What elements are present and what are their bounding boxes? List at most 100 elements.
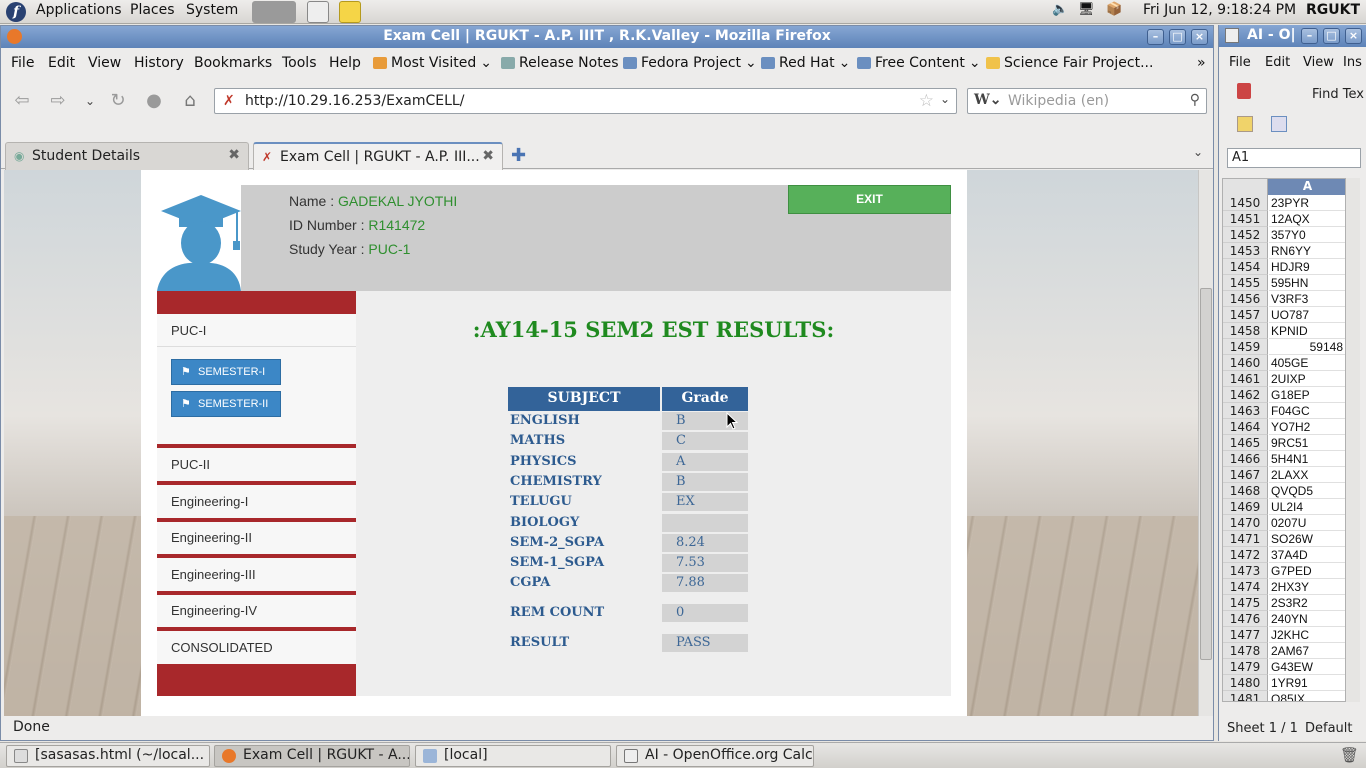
launcher-icon[interactable] bbox=[252, 1, 296, 23]
page-scrollbar[interactable] bbox=[1198, 170, 1213, 716]
semester-2-button[interactable]: ⚑ SEMESTER-II bbox=[171, 391, 281, 417]
select-all-corner[interactable] bbox=[1223, 179, 1268, 195]
maximize-button[interactable]: □ bbox=[1169, 29, 1186, 45]
sidebar-item-engineering-4[interactable]: Engineering-IV bbox=[157, 595, 356, 627]
row-number[interactable]: 1452 bbox=[1223, 227, 1268, 243]
cell[interactable]: 9RC51 bbox=[1269, 435, 1345, 451]
row-number[interactable]: 1454 bbox=[1223, 259, 1268, 275]
search-input[interactable]: Wikipedia (en) bbox=[1008, 93, 1109, 109]
search-icon[interactable]: ⚲ bbox=[1190, 92, 1200, 108]
minimize-button[interactable]: – bbox=[1147, 29, 1164, 45]
bookmark-most-visited[interactable]: Most Visited ⌄ bbox=[373, 55, 492, 71]
minimize-button[interactable]: – bbox=[1301, 28, 1318, 44]
clock-app-icon[interactable] bbox=[307, 1, 329, 23]
cell[interactable]: KPNID bbox=[1269, 323, 1345, 339]
trash-icon[interactable]: 🗑 bbox=[1340, 746, 1359, 764]
history-dropdown-icon[interactable]: ⌄ bbox=[79, 90, 101, 112]
row-number[interactable]: 1451 bbox=[1223, 211, 1268, 227]
url-dropdown-icon[interactable]: ⌄ bbox=[940, 92, 950, 106]
scrollbar-thumb[interactable] bbox=[1200, 288, 1212, 660]
menu-edit[interactable]: Edit bbox=[48, 55, 75, 71]
firefox-titlebar[interactable]: Exam Cell | RGUKT - A.P. IIIT , R.K.Vall… bbox=[1, 26, 1213, 48]
cell[interactable]: F04GC bbox=[1269, 403, 1345, 419]
back-button[interactable]: ⇦ bbox=[11, 90, 33, 112]
system-menu[interactable]: System bbox=[186, 2, 238, 18]
row-number[interactable]: 1460 bbox=[1223, 355, 1268, 371]
task-sasasas-html[interactable]: [sasasas.html (~/local... bbox=[6, 745, 210, 767]
tab-close-icon[interactable]: ✖ bbox=[228, 147, 240, 163]
exit-button[interactable]: EXIT bbox=[788, 185, 951, 214]
close-button[interactable]: × bbox=[1345, 28, 1362, 44]
oo-menu-file[interactable]: File bbox=[1229, 55, 1251, 70]
cell[interactable]: G7PED bbox=[1269, 563, 1345, 579]
row-number[interactable]: 1465 bbox=[1223, 435, 1268, 451]
row-number[interactable]: 1462 bbox=[1223, 387, 1268, 403]
row-number[interactable]: 1456 bbox=[1223, 291, 1268, 307]
tab-exam-cell[interactable]: ✗ Exam Cell | RGUKT - A.P. III... ✖ bbox=[253, 142, 503, 171]
tab-list-icon[interactable]: ⌄ bbox=[1193, 145, 1203, 159]
forward-button[interactable]: ⇨ bbox=[47, 90, 69, 112]
semester-1-button[interactable]: ⚑ SEMESTER-I bbox=[171, 359, 281, 385]
row-number[interactable]: 1471 bbox=[1223, 531, 1268, 547]
close-button[interactable]: × bbox=[1191, 29, 1208, 45]
cell[interactable]: 2UIXP bbox=[1269, 371, 1345, 387]
styles-icon[interactable] bbox=[1237, 116, 1253, 132]
new-tab-button[interactable]: ✚ bbox=[511, 145, 526, 166]
menu-view[interactable]: View bbox=[88, 55, 121, 71]
cell[interactable]: 2LAXX bbox=[1269, 467, 1345, 483]
oo-menu-view[interactable]: View bbox=[1303, 55, 1334, 70]
row-number[interactable]: 1457 bbox=[1223, 307, 1268, 323]
navigator-icon[interactable] bbox=[1271, 116, 1287, 132]
row-number[interactable]: 1479 bbox=[1223, 659, 1268, 675]
places-menu[interactable]: Places bbox=[130, 2, 175, 18]
cell[interactable]: 240YN bbox=[1269, 611, 1345, 627]
bookmark-star-icon[interactable]: ☆ bbox=[919, 91, 934, 111]
row-number[interactable]: 1464 bbox=[1223, 419, 1268, 435]
fedora-logo-icon[interactable]: f bbox=[6, 2, 26, 22]
cell[interactable]: 0207U bbox=[1269, 515, 1345, 531]
bookmark-science-fair[interactable]: Science Fair Project... bbox=[986, 55, 1153, 71]
cell-reference-box[interactable]: A1 bbox=[1227, 148, 1361, 168]
bookmark-red-hat[interactable]: Red Hat ⌄ bbox=[761, 55, 850, 71]
wikipedia-icon[interactable]: W⌄ bbox=[974, 92, 1001, 108]
row-number[interactable]: 1463 bbox=[1223, 403, 1268, 419]
user-name[interactable]: RGUKT bbox=[1306, 2, 1360, 18]
sidebar-item-consolidated[interactable]: CONSOLIDATED bbox=[157, 632, 356, 664]
notes-icon[interactable] bbox=[339, 1, 361, 23]
search-bar[interactable]: W⌄ Wikipedia (en) ⚲ bbox=[967, 88, 1207, 114]
cell[interactable]: 37A4D bbox=[1269, 547, 1345, 563]
menu-history[interactable]: History bbox=[134, 55, 184, 71]
row-number[interactable]: 1468 bbox=[1223, 483, 1268, 499]
url-bar[interactable]: ✗ http://10.29.16.253/ExamCELL/ ☆ ⌄ bbox=[214, 88, 957, 114]
cell[interactable]: V3RF3 bbox=[1269, 291, 1345, 307]
cell[interactable]: 5H4N1 bbox=[1269, 451, 1345, 467]
menu-bookmarks[interactable]: Bookmarks bbox=[194, 55, 272, 71]
row-number[interactable]: 1466 bbox=[1223, 451, 1268, 467]
cell[interactable]: 405GE bbox=[1269, 355, 1345, 371]
maximize-button[interactable]: □ bbox=[1323, 28, 1340, 44]
tab-close-icon[interactable]: ✖ bbox=[482, 148, 494, 164]
row-number[interactable]: 1459 bbox=[1223, 339, 1268, 355]
reload-button[interactable]: ↻ bbox=[107, 90, 129, 112]
row-number[interactable]: 1480 bbox=[1223, 675, 1268, 691]
cell[interactable]: YO7H2 bbox=[1269, 419, 1345, 435]
menu-tools[interactable]: Tools bbox=[282, 55, 317, 71]
cell[interactable]: UO787 bbox=[1269, 307, 1345, 323]
cell[interactable]: G43EW bbox=[1269, 659, 1345, 675]
row-number[interactable]: 1455 bbox=[1223, 275, 1268, 291]
cell[interactable]: 2AM67 bbox=[1269, 643, 1345, 659]
oo-menu-edit[interactable]: Edit bbox=[1265, 55, 1290, 70]
menu-file[interactable]: File bbox=[11, 55, 34, 71]
sidebar-item-engineering-1[interactable]: Engineering-I bbox=[157, 486, 356, 518]
cell[interactable]: 59148 bbox=[1269, 339, 1345, 355]
task-local-folder[interactable]: [local] bbox=[415, 745, 611, 767]
cell[interactable]: G18EP bbox=[1269, 387, 1345, 403]
pdf-icon[interactable] bbox=[1237, 83, 1251, 99]
cell[interactable]: 2S3R2 bbox=[1269, 595, 1345, 611]
row-number[interactable]: 1453 bbox=[1223, 243, 1268, 259]
menu-help[interactable]: Help bbox=[329, 55, 361, 71]
openoffice-titlebar[interactable]: AI - O| – □ × bbox=[1219, 25, 1366, 47]
bookmark-free-content[interactable]: Free Content ⌄ bbox=[857, 55, 981, 71]
cell[interactable]: 12AQX bbox=[1269, 211, 1345, 227]
spreadsheet-grid[interactable]: A 1450 23PYR 1451 12AQX 1452 357Y0 1453 RN6YY 14… bbox=[1222, 178, 1346, 702]
